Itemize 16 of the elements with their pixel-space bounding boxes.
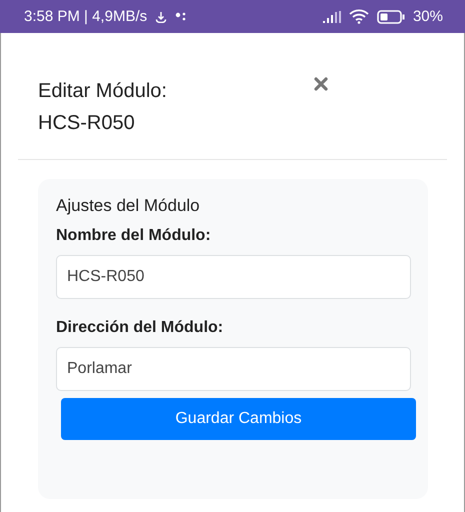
card-heading: Ajustes del Módulo bbox=[56, 196, 201, 216]
wifi-icon bbox=[348, 9, 369, 24]
save-button[interactable]: Guardar Cambios bbox=[61, 398, 416, 440]
close-icon[interactable] bbox=[314, 77, 328, 91]
signal-icon bbox=[322, 10, 341, 22]
battery-percentage: 30% bbox=[412, 8, 443, 25]
dialog-title: Editar Módulo: bbox=[38, 79, 168, 104]
download-icon bbox=[155, 10, 168, 22]
input-field[interactable]: HCS-R050 bbox=[56, 255, 411, 299]
dots-icon bbox=[175, 12, 188, 22]
module-name-title: HCS-R050 bbox=[38, 111, 136, 136]
status-time: 3:58 PM | 4,9MB/s bbox=[24, 8, 148, 25]
battery-icon bbox=[376, 10, 405, 24]
field-label: Nombre del Módulo: bbox=[56, 227, 212, 245]
input-field[interactable]: Porlamar bbox=[56, 347, 411, 391]
field-label: Dirección del Módulo: bbox=[56, 319, 224, 337]
